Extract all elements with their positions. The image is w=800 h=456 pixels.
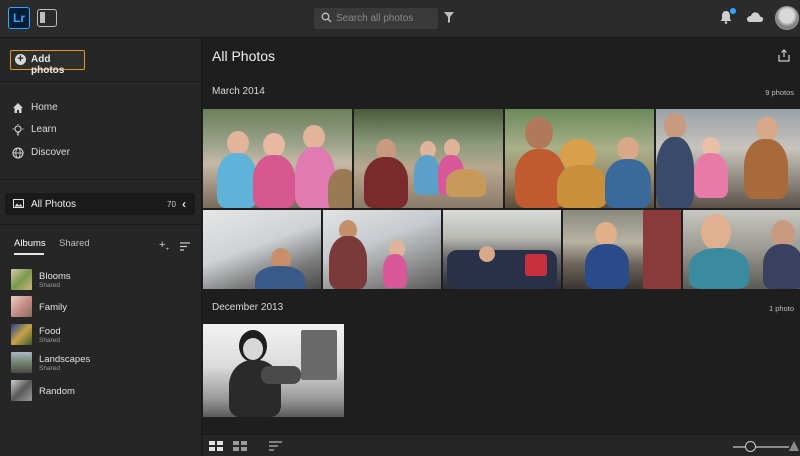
photo-thumbnail[interactable]	[505, 109, 654, 208]
album-item[interactable]: Blooms Shared	[11, 269, 191, 291]
section-count: 1 photo	[768, 304, 794, 313]
photo-grid-area: All Photos March 2014 9 photos December …	[203, 39, 800, 434]
share-icon[interactable]	[778, 49, 790, 62]
album-item[interactable]: Food Shared	[11, 324, 191, 346]
thumbnail-size-slider[interactable]	[733, 446, 789, 448]
album-shared-label: Shared	[39, 282, 60, 289]
album-thumbnail	[11, 352, 32, 373]
add-photos-button[interactable]: + Add photos	[10, 50, 85, 76]
all-photos-item[interactable]: All Photos 70 ‹	[5, 193, 195, 215]
photo-thumbnail[interactable]	[203, 109, 352, 208]
album-shared-label: Shared	[39, 365, 60, 372]
home-icon	[13, 103, 23, 113]
photo-thumbnail[interactable]	[323, 210, 441, 289]
grid-view-icon[interactable]	[209, 441, 223, 451]
album-name: Family	[39, 302, 67, 313]
album-item[interactable]: Landscapes Shared	[11, 352, 191, 374]
album-item[interactable]: Random	[11, 380, 191, 402]
photo-thumbnail[interactable]	[203, 324, 344, 417]
notification-dot	[730, 8, 736, 14]
globe-icon	[12, 147, 24, 159]
album-name: Landscapes	[39, 354, 91, 365]
nav-label: Learn	[31, 124, 57, 135]
search-box[interactable]	[314, 8, 438, 29]
album-thumbnail	[11, 269, 32, 290]
lightroom-logo: Lr	[8, 7, 30, 29]
photo-thumbnail[interactable]	[203, 210, 321, 289]
tab-albums[interactable]: Albums	[14, 238, 46, 249]
search-input[interactable]	[336, 8, 436, 29]
photo-thumbnail[interactable]	[354, 109, 503, 208]
album-shared-label: Shared	[39, 337, 60, 344]
cloud-icon[interactable]	[746, 11, 764, 23]
divider	[0, 179, 202, 180]
large-thumbnail-icon	[789, 441, 799, 451]
photo-thumbnail[interactable]	[656, 109, 800, 208]
tab-shared[interactable]: Shared	[59, 238, 90, 249]
panel-toggle-icon[interactable]	[37, 9, 57, 27]
top-bar: Lr	[0, 0, 800, 38]
avatar[interactable]	[775, 6, 799, 30]
section-count: 9 photos	[765, 88, 794, 97]
active-tab-indicator	[14, 253, 44, 255]
sort-icon[interactable]	[269, 441, 282, 451]
sidebar: + Add photos Home Learn Discover All Pho…	[0, 39, 202, 456]
divider	[0, 224, 202, 225]
add-photos-label: Add photos	[31, 54, 65, 76]
photo-thumbnail[interactable]	[683, 210, 800, 289]
collapse-chevron-icon[interactable]: ‹	[182, 197, 186, 211]
slider-handle[interactable]	[745, 441, 756, 452]
divider	[0, 81, 202, 82]
album-name: Food	[39, 326, 61, 337]
all-photos-label: All Photos	[31, 199, 77, 210]
nav-label: Home	[31, 102, 58, 113]
sort-icon[interactable]	[180, 242, 190, 251]
section-title: March 2014	[212, 86, 265, 97]
square-grid-view-icon[interactable]	[233, 441, 247, 451]
album-thumbnail	[11, 380, 32, 401]
album-name: Blooms	[39, 271, 71, 282]
album-thumbnail	[11, 296, 32, 317]
all-photos-count: 70	[167, 200, 176, 209]
photo-thumbnail[interactable]	[563, 210, 681, 289]
plus-circle-icon: +	[15, 54, 26, 65]
album-thumbnail	[11, 324, 32, 345]
search-icon	[321, 12, 332, 23]
bottom-bar	[203, 434, 800, 456]
page-title: All Photos	[212, 48, 276, 64]
album-name: Random	[39, 386, 75, 397]
lightbulb-icon	[12, 124, 24, 136]
add-album-icon[interactable]: ++	[159, 239, 169, 253]
photo-icon	[13, 199, 24, 208]
filter-icon[interactable]	[444, 12, 454, 23]
album-item[interactable]: Family	[11, 296, 191, 318]
section-title: December 2013	[212, 302, 284, 313]
photo-thumbnail[interactable]	[443, 210, 561, 289]
nav-label: Discover	[31, 147, 70, 158]
